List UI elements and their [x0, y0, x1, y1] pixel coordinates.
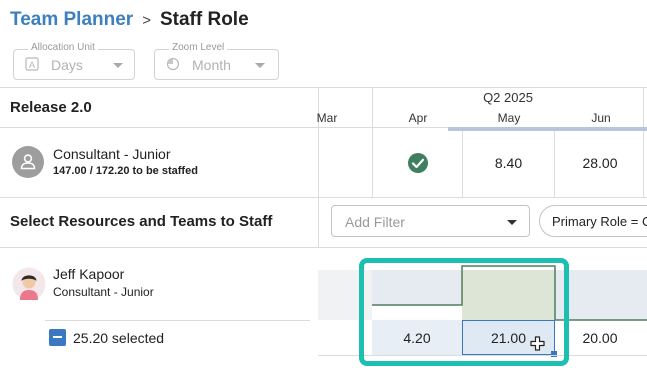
zoom-pie-icon	[166, 57, 180, 71]
person-role: Consultant - Junior	[53, 285, 154, 299]
divider	[0, 127, 448, 128]
allocation-cell-apr[interactable]: 4.20	[372, 320, 462, 355]
person-name[interactable]: Jeff Kapoor	[53, 266, 124, 282]
quarter-label: Q2 2025	[483, 90, 533, 105]
capacity-background-apr	[372, 270, 462, 305]
role-demand-jun[interactable]: 28.00	[555, 155, 645, 171]
month-label-jun: Jun	[591, 111, 611, 125]
month-label-apr: Apr	[408, 111, 428, 125]
capacity-background-mar	[318, 270, 372, 320]
selected-count: 25.20 selected	[73, 330, 165, 346]
capacity-fill-may	[462, 270, 555, 320]
check-circle-icon	[408, 153, 428, 173]
person-avatar	[12, 267, 46, 301]
breadcrumb-team-planner-link[interactable]: Team Planner	[10, 9, 133, 31]
chevron-down-icon	[507, 220, 517, 225]
divider	[372, 87, 373, 197]
zoom-level-legend: Zoom Level	[169, 42, 228, 53]
deselect-checkbox[interactable]	[49, 329, 66, 346]
person-icon	[20, 154, 36, 170]
role-avatar	[12, 146, 44, 178]
allocation-unit-value: Days	[51, 57, 83, 73]
role-demand-may[interactable]: 8.40	[463, 155, 554, 171]
divider	[318, 355, 647, 356]
divider	[643, 87, 644, 197]
chevron-down-icon	[113, 63, 123, 68]
capacity-chart	[318, 265, 647, 321]
release-title: Release 2.0	[10, 99, 92, 116]
add-filter-placeholder: Add Filter	[345, 214, 405, 230]
role-name: Consultant - Junior	[53, 146, 171, 162]
resources-section-title: Select Resources and Teams to Staff	[10, 213, 273, 230]
divider	[45, 320, 310, 321]
role-staffing-summary: 147.00 / 172.20 to be staffed	[53, 165, 198, 177]
month-label-may: May	[497, 111, 521, 125]
chevron-down-icon	[255, 63, 265, 68]
quarter-indicator-bar	[448, 127, 647, 131]
move-cursor-icon	[530, 336, 545, 351]
allocation-value-may: 21.00	[490, 329, 527, 346]
allocation-unit-legend: Allocation Unit	[28, 42, 98, 53]
primary-role-filter-label: Primary Role = Consultant - Junior	[552, 214, 647, 229]
allocation-cell-jun[interactable]: 20.00	[555, 320, 645, 355]
divider	[0, 197, 647, 198]
zoom-level-select[interactable]: Zoom Level Month	[154, 42, 279, 80]
primary-role-filter-chip[interactable]: Primary Role = Consultant - Junior	[539, 205, 647, 237]
svg-text:A: A	[29, 60, 35, 70]
capacity-background-jun	[555, 270, 647, 320]
breadcrumb-separator: >	[142, 11, 151, 29]
divider	[0, 87, 647, 88]
allocation-unit-select[interactable]: Allocation Unit A Days	[13, 42, 135, 80]
breadcrumb: Team Planner > Staff Role	[10, 9, 249, 31]
page-title: Staff Role	[159, 9, 249, 30]
calendar-a-icon: A	[25, 57, 39, 71]
divider	[0, 247, 647, 248]
zoom-level-value: Month	[192, 57, 231, 73]
month-label-mar: Mar	[316, 111, 338, 125]
add-filter-select[interactable]: Add Filter	[331, 205, 530, 237]
